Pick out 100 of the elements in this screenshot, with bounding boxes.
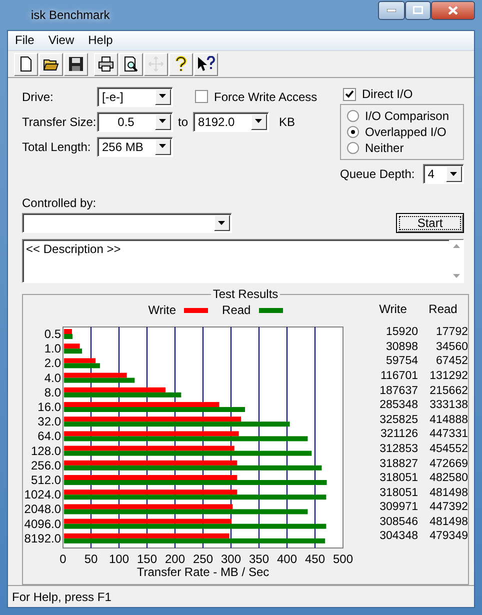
axis-tick-label: 500 [332,552,354,566]
field-label: Drive: [22,90,54,104]
direct-io-checkbox[interactable] [343,88,356,101]
table-cell-text: 309971 [378,500,418,515]
toolbar-button[interactable] [119,52,143,76]
description-box[interactable]: << Description >> [22,239,464,284]
read-bar [64,348,82,354]
drive-dropdown[interactable]: [-e-] [97,86,173,107]
table-cell-text: 59754 [385,354,418,369]
radio-button[interactable] [347,110,359,122]
force-write-checkbox[interactable] [195,90,208,104]
caret-icon [255,119,264,124]
axis-tick-label: 150 [136,552,158,566]
radio-button[interactable] [347,126,359,138]
menu-item[interactable]: File [8,33,42,48]
axis-tick-label: 0 [60,552,66,566]
scroll-down-icon [452,274,460,278]
write-bar [64,329,72,334]
close-button[interactable] [431,0,475,20]
axis-tick-label: 256.0 [30,458,61,473]
axis-tick-label: 350 [248,552,270,566]
axis-tick-label: 64.0 [38,429,61,444]
caret-icon [159,94,167,100]
table-cell-text: 308546 [378,514,418,530]
minimize-icon [387,8,396,12]
total-length-dropdown[interactable]: 256 MB [97,136,173,157]
toolbar-button[interactable] [39,52,63,76]
table-cell-text: 318051 [378,486,418,500]
axis-tick-label: 50 [84,552,98,566]
status-text: For Help, press F1 [12,590,112,604]
table-cell-text: 67452 [435,354,468,369]
table-cell-text: 481498 [428,486,468,500]
table-cell-text: 304348 [378,529,418,544]
transfer-size-to-dropdown[interactable]: 8192.0 [193,112,270,132]
column-header: Read [428,302,458,318]
check-icon [345,90,354,98]
pointer-question-icon [197,56,215,72]
maximize-button[interactable] [405,0,431,20]
close-icon [448,6,458,14]
checkbox-label: Force Write Access [214,90,318,104]
queue-depth-dropdown[interactable]: 4 [422,164,464,184]
field-label: Total Length: [22,140,92,154]
checkbox-label: Direct I/O [362,87,413,102]
read-bar [64,378,135,383]
table-cell-text: 472669 [428,456,468,472]
page-magnifier-icon [123,56,139,72]
panel-title: Test Results [212,287,280,302]
table-cell-text: 131292 [428,368,468,384]
toolbar-button[interactable] [64,52,88,76]
table-cell-text: 17792 [435,325,468,340]
transfer-size-from-dropdown[interactable]: 0.5 [97,112,173,132]
controlled-by-dropdown[interactable] [22,213,232,234]
table-cell-text: 318827 [378,456,418,472]
caret-icon [159,144,167,150]
question-mark-icon [173,56,189,72]
menu-item[interactable]: Help [81,33,120,48]
field-label: Queue Depth: [340,167,415,182]
legend-label: Write [148,303,176,318]
axis-tick-label: 1.0 [44,342,61,356]
table-cell-text: 312853 [378,442,418,457]
table-cell-text: 414888 [428,412,468,428]
unit-label: KB [279,114,296,129]
table-cell-text: 321126 [379,427,418,442]
toolbar-button[interactable] [14,52,38,76]
axis-tick-label: 4.0 [44,370,61,385]
table-cell-text: 447392 [428,500,468,515]
radio-label: Overlapped I/O [365,125,446,140]
table-cell-text: 187637 [378,384,418,398]
table-cell-text: 318051 [378,471,418,486]
axis-tick-label: 128.0 [30,444,61,458]
minimize-button[interactable] [378,0,405,20]
radio-button[interactable] [347,142,359,154]
table-cell-text: 34560 [435,340,468,354]
four-way-arrow-icon [148,56,164,72]
window-title: isk Benchmark [30,8,111,22]
axis-tick-label: 2.0 [44,356,61,370]
read-bar [64,334,73,340]
table-cell-text: 285348 [378,398,418,413]
table-cell-text: 325825 [378,412,418,428]
column-header: Write [378,302,408,318]
field-label: to [178,114,188,129]
field-label: Controlled by: [22,196,98,210]
axis-tick-label: 200 [164,552,186,566]
table-cell-text: 15920 [385,325,418,340]
maximize-icon [413,6,423,14]
axis-tick-label: 300 [220,552,242,566]
scroll-up-icon [452,244,460,248]
table-cell-text: 454552 [428,442,468,457]
read-bar [64,363,100,368]
table-cell-text: 30898 [385,340,418,354]
axis-title: Transfer Rate - MB / Sec [136,565,270,580]
caret-icon [159,119,167,124]
axis-tick-label: 8.0 [44,386,61,400]
menu-item[interactable]: View [41,33,82,48]
write-bar [64,344,80,349]
start-button[interactable]: Start [396,213,464,234]
toolbar-button[interactable] [94,52,118,76]
toolbar-button[interactable] [169,52,193,76]
toolbar-button[interactable] [194,52,218,76]
axis-tick-label: 400 [276,552,298,566]
